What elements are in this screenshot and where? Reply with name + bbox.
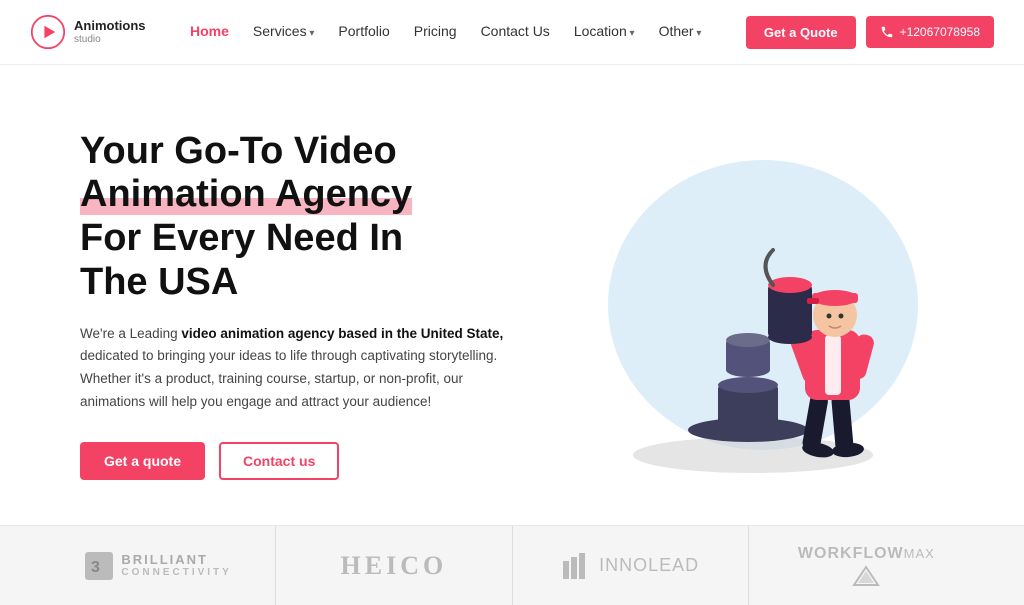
hero-text: Your Go-To Video Animation Agency For Ev… bbox=[80, 130, 522, 481]
brand-innolead: innolead bbox=[513, 526, 749, 605]
innolead-label: innolead bbox=[599, 555, 699, 576]
heading-line2: Animation Agency bbox=[80, 173, 412, 215]
phone-number: +12067078958 bbox=[900, 25, 980, 39]
nav-portfolio[interactable]: Portfolio bbox=[338, 23, 389, 41]
get-quote-button[interactable]: Get a Quote bbox=[746, 16, 856, 49]
brilliant-label-bot: CONNECTIVITY bbox=[121, 567, 231, 578]
brand-heico: HEICO bbox=[276, 526, 512, 605]
hero-contact-button[interactable]: Contact us bbox=[219, 442, 339, 480]
hero-buttons: Get a quote Contact us bbox=[80, 442, 522, 480]
hero-illustration bbox=[522, 115, 964, 495]
brilliant-icon: 3 bbox=[83, 550, 115, 582]
heading-line4: The USA bbox=[80, 261, 238, 303]
nav-services[interactable]: Services bbox=[253, 23, 315, 41]
hero-body: We're a Leading video animation agency b… bbox=[80, 323, 522, 415]
brand-name: Animotions bbox=[74, 19, 146, 33]
phone-button[interactable]: +12067078958 bbox=[866, 16, 994, 48]
nav-location[interactable]: Location bbox=[574, 23, 635, 41]
nav-contact[interactable]: Contact Us bbox=[481, 23, 550, 41]
brand-brilliant: 3 BRILLIANT CONNECTIVITY bbox=[40, 526, 276, 605]
heading-line3: For Every Need In bbox=[80, 217, 403, 259]
nav-actions: Get a Quote +12067078958 bbox=[746, 16, 994, 49]
brilliant-label-top: BRILLIANT bbox=[121, 553, 231, 567]
heading-line1: Your Go-To Video bbox=[80, 130, 397, 172]
nav-home[interactable]: Home bbox=[190, 23, 229, 41]
brands-bar: 3 BRILLIANT CONNECTIVITY HEICO innolead … bbox=[0, 525, 1024, 605]
workflow-icon bbox=[852, 565, 880, 587]
hero-svg bbox=[563, 120, 923, 490]
workflow-label: WorkflowMAX bbox=[798, 545, 935, 563]
hero-body-plain: We're a Leading bbox=[80, 326, 181, 341]
logo-icon bbox=[30, 14, 66, 50]
brand-workflow: WorkflowMAX bbox=[749, 526, 984, 605]
hero-section: Your Go-To Video Animation Agency For Ev… bbox=[0, 65, 1024, 525]
heico-label: HEICO bbox=[341, 551, 448, 581]
nav-pricing[interactable]: Pricing bbox=[414, 23, 457, 41]
brand-sub: studio bbox=[74, 34, 146, 45]
hero-get-quote-button[interactable]: Get a quote bbox=[80, 442, 205, 480]
hero-body-bold: video animation agency based in the Unit… bbox=[181, 326, 503, 341]
logo[interactable]: Animotions studio bbox=[30, 14, 146, 50]
navbar: Animotions studio Home Services Portfoli… bbox=[0, 0, 1024, 65]
nav-other[interactable]: Other bbox=[659, 23, 702, 41]
hero-body-rest: dedicated to bringing your ideas to life… bbox=[80, 348, 497, 409]
svg-text:3: 3 bbox=[91, 559, 101, 576]
phone-icon bbox=[880, 25, 894, 39]
nav-links: Home Services Portfolio Pricing Contact … bbox=[190, 23, 701, 41]
hero-heading: Your Go-To Video Animation Agency For Ev… bbox=[80, 130, 522, 305]
innolead-icon bbox=[561, 551, 591, 581]
